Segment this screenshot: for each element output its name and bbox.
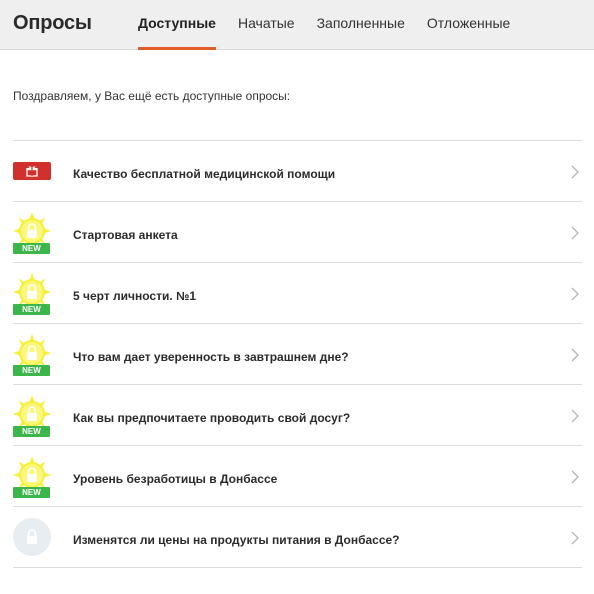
chevron-right-icon [571,409,579,423]
lock-icon [13,518,51,556]
survey-title: Что вам дает уверенность в завтрашнем дн… [73,350,349,364]
new-badge: NEW [13,365,50,376]
survey-title: Качество бесплатной медицинской помощи [73,167,336,181]
survey-title: Как вы предпочитаете проводить свой досу… [73,411,351,425]
tab-started[interactable]: Начатые [238,0,295,50]
survey-row[interactable]: NEW 5 черт личности. №1 [13,263,582,324]
survey-row[interactable]: NEW Как вы предпочитаете проводить свой … [13,385,582,446]
tab-available[interactable]: Доступные [138,0,216,50]
chevron-right-icon [571,531,579,545]
tab-completed[interactable]: Заполненные [317,0,405,50]
survey-title: 5 черт личности. №1 [73,289,197,303]
new-badge: NEW [13,487,50,498]
survey-title: Изменятся ли цены на продукты питания в … [73,533,400,547]
gift-icon [13,162,51,180]
new-badge: NEW [13,426,50,437]
chevron-right-icon [571,226,579,240]
survey-row[interactable]: Изменятся ли цены на продукты питания в … [13,507,582,568]
survey-row[interactable]: Качество бесплатной медицинской помощи [13,141,582,202]
survey-row[interactable]: NEW Уровень безработицы в Донбассе [13,446,582,507]
survey-list: Качество бесплатной медицинской помощи N… [13,140,582,568]
chevron-right-icon [571,348,579,362]
header: Опросы Доступные Начатые Заполненные Отл… [0,0,594,50]
new-badge: NEW [13,304,50,315]
chevron-right-icon [571,287,579,301]
survey-title: Стартовая анкета [73,228,178,242]
tab-bar: Доступные Начатые Заполненные Отложенные [138,0,532,50]
page-title: Опросы [13,12,92,34]
new-badge: NEW [13,243,50,254]
tab-postponed[interactable]: Отложенные [427,0,510,50]
survey-row[interactable]: NEW Стартовая анкета [13,202,582,263]
intro-text: Поздравляем, у Вас ещё есть доступные оп… [13,89,291,103]
chevron-right-icon [571,470,579,484]
survey-title: Уровень безработицы в Донбассе [73,472,278,486]
survey-row[interactable]: NEW Что вам дает уверенность в завтрашне… [13,324,582,385]
chevron-right-icon [571,165,579,179]
